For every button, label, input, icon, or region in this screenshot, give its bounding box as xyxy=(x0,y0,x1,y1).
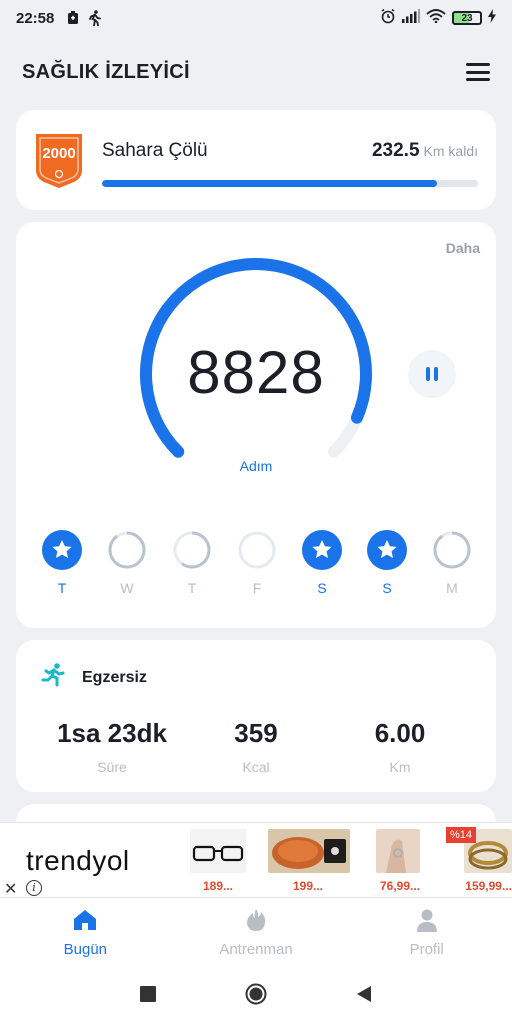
circle-icon xyxy=(245,983,267,1005)
back-triangle-icon xyxy=(357,986,371,1002)
challenge-progress-bar xyxy=(102,180,478,187)
page-title: SAĞLIK İZLEYİCİ xyxy=(22,60,190,83)
day-indicator[interactable]: F xyxy=(236,530,278,596)
app-header: SAĞLIK İZLEYİCİ xyxy=(0,36,512,108)
battery-level: 23 xyxy=(461,12,473,24)
metric-label: Kcal xyxy=(242,759,270,775)
home-icon xyxy=(0,908,171,937)
pause-button[interactable] xyxy=(408,350,456,398)
discount-badge: %14 xyxy=(445,827,476,843)
hamburger-icon-bar xyxy=(466,70,490,74)
day-label: S xyxy=(382,580,392,596)
pause-icon-bar xyxy=(434,367,438,381)
flame-icon xyxy=(171,908,342,937)
tab-today[interactable]: Bugün xyxy=(0,898,171,964)
status-time: 22:58 xyxy=(16,9,55,27)
tab-label: Bugün xyxy=(63,941,108,958)
system-nav xyxy=(0,964,512,1024)
metric-value: 6.00 xyxy=(374,718,426,748)
exercise-header: Egzersiz xyxy=(40,662,147,693)
challenge-remaining: 232.5 Km kaldı xyxy=(372,140,478,162)
bottom-nav: Bugün Antrenman Profil xyxy=(0,898,512,964)
challenge-card[interactable]: 2000 Sahara Çölü 232.5 Km kaldı xyxy=(16,110,496,210)
metric-value: 1sa 23dk xyxy=(57,718,167,748)
exercise-card[interactable]: Egzersiz 1sa 23dk Süre 359 Kcal 6.00 Km xyxy=(16,640,496,792)
tab-label: Antrenman xyxy=(219,941,293,958)
status-right: 23 xyxy=(380,8,496,28)
star-badge-icon xyxy=(367,530,407,570)
pause-icon-bar xyxy=(426,367,430,381)
close-icon[interactable]: ✕ xyxy=(4,879,17,899)
day-label: T xyxy=(187,580,197,596)
steps-label: Adım xyxy=(239,458,273,474)
more-link[interactable]: Daha xyxy=(446,240,480,256)
tab-workout[interactable]: Antrenman xyxy=(171,898,342,964)
day-label: M xyxy=(446,580,458,596)
signal-icon xyxy=(402,9,420,27)
person-icon xyxy=(341,908,512,937)
tab-profile[interactable]: Profil xyxy=(341,898,512,964)
menu-button[interactable] xyxy=(466,63,490,81)
notification-icon xyxy=(64,9,82,27)
alarm-icon xyxy=(380,8,396,28)
hamburger-icon-bar xyxy=(466,63,490,66)
day-indicator[interactable]: W xyxy=(106,530,148,596)
running-icon xyxy=(40,662,66,693)
metric-value: 359 xyxy=(234,718,278,748)
badge-number: 2000 xyxy=(42,145,76,162)
product-image-food xyxy=(268,829,350,873)
metric-label: Süre xyxy=(97,759,127,775)
day-label: S xyxy=(317,580,327,596)
wifi-icon xyxy=(426,9,446,27)
hamburger-icon-bar xyxy=(466,78,490,81)
day-label: T xyxy=(57,580,67,596)
ad-banner[interactable]: trendyol ✕ i 189... 199... 76,99... 159,… xyxy=(0,822,512,898)
square-icon xyxy=(140,986,156,1002)
product-price: 199... xyxy=(292,879,324,893)
battery-icon: 23 xyxy=(452,11,482,25)
steps-card: Daha 8828 Adım TWTFSSM xyxy=(16,222,496,628)
product-price: 189... xyxy=(202,879,234,893)
back-button[interactable] xyxy=(353,983,375,1005)
status-bar: 22:58 23 xyxy=(0,0,512,36)
info-icon[interactable]: i xyxy=(26,880,42,896)
remaining-unit: Km kaldı xyxy=(423,143,478,159)
metric-distance: 6.00 Km xyxy=(320,718,480,775)
metric-duration: 1sa 23dk Süre xyxy=(32,718,192,775)
star-badge-icon xyxy=(42,530,82,570)
day-indicator[interactable]: T xyxy=(41,530,83,596)
week-progress: TWTFSSM xyxy=(41,530,481,610)
recents-button[interactable] xyxy=(137,983,159,1005)
challenge-name: Sahara Çölü xyxy=(102,140,208,161)
remaining-value: 232.5 xyxy=(371,140,420,161)
charging-icon xyxy=(488,9,496,27)
day-indicator[interactable]: S xyxy=(366,530,408,596)
day-label: F xyxy=(252,580,262,596)
day-indicator[interactable]: T xyxy=(171,530,213,596)
star-badge-icon xyxy=(302,530,342,570)
home-button[interactable] xyxy=(245,983,267,1005)
day-label: W xyxy=(120,580,134,596)
day-ring-icon xyxy=(238,531,276,569)
metric-label: Km xyxy=(389,759,411,775)
ad-product[interactable]: 76,99... xyxy=(360,829,440,893)
product-image-glasses xyxy=(190,829,246,873)
product-image-ring xyxy=(376,829,420,873)
challenge-badge-icon: 2000 xyxy=(34,132,84,188)
day-indicator[interactable]: S xyxy=(301,530,343,596)
ad-product[interactable]: 199... xyxy=(266,829,356,893)
exercise-title: Egzersiz xyxy=(82,668,147,686)
ad-brand[interactable]: trendyol xyxy=(26,845,130,877)
product-price: 159,99... xyxy=(465,879,512,893)
metric-calories: 359 Kcal xyxy=(176,718,336,775)
ad-product[interactable]: 189... xyxy=(178,829,258,893)
day-indicator[interactable]: M xyxy=(431,530,473,596)
tab-label: Profil xyxy=(409,941,444,958)
product-price: 76,99... xyxy=(379,879,421,893)
day-ring-icon xyxy=(433,531,471,569)
day-ring-icon xyxy=(173,531,211,569)
day-ring-icon xyxy=(108,531,146,569)
challenge-progress-fill xyxy=(102,180,437,187)
walking-icon xyxy=(86,9,104,27)
